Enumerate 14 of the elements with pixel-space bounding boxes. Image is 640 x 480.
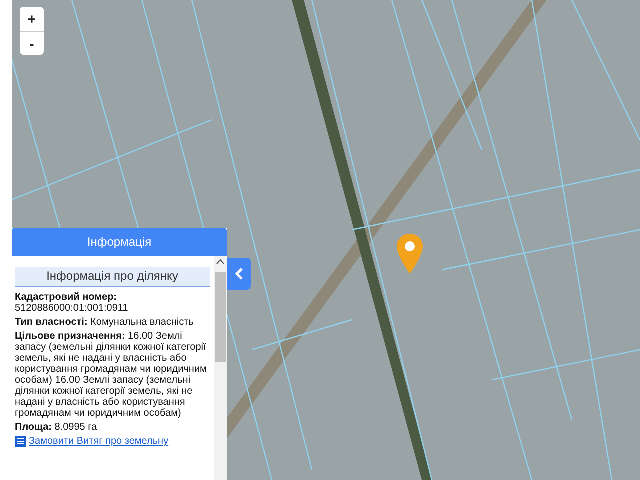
map-pin-icon[interactable]: [397, 234, 423, 274]
zoom-out-button[interactable]: -: [20, 31, 44, 55]
scroll-up-icon[interactable]: [216, 258, 225, 265]
field-text: Тип власності: Комунальна власність: [15, 317, 195, 328]
section-title: Інформація про ділянку: [15, 267, 210, 288]
scrollbar-thumb[interactable]: [215, 272, 226, 362]
field-text: Кадастровий номер: 5120886000:01:001:0911: [15, 292, 130, 314]
chevron-left-icon: [234, 268, 244, 280]
field-text: Цільове призначення: 16.00 Землі запасу (земельні ділянки кожної категорії земель, які не надані у власність або користування громадянам чи юридичним особам) 16.00 Землі запасу (земельні ділянки кожної категорії земель, які не надані у власність або користування громадянам чи юридичним особам): [15, 331, 208, 420]
collapse-panel-button[interactable]: [227, 258, 251, 290]
document-list-icon: [15, 436, 26, 448]
order-extract-link[interactable]: Замовити Витяг про земельну: [15, 436, 169, 448]
panel-title: Інформація: [12, 228, 227, 256]
field-text: Площа: 8.0995 га: [15, 422, 98, 434]
